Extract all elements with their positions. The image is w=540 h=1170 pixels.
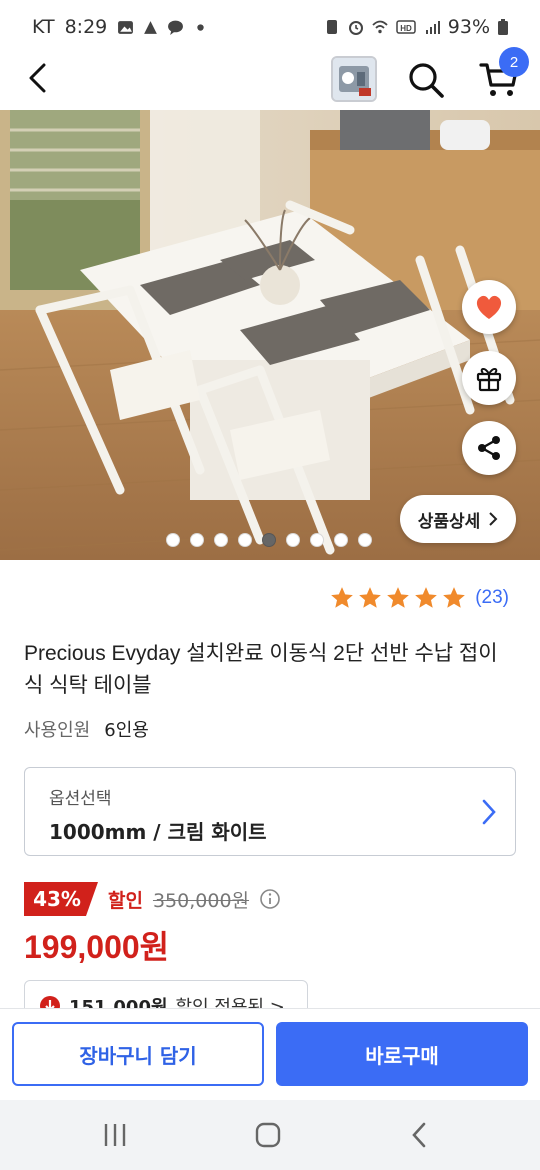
carousel-dot[interactable] bbox=[238, 533, 252, 547]
talk-icon bbox=[168, 20, 184, 35]
spec-row: 사용인원 6인용 bbox=[24, 716, 149, 742]
chevron-right-icon bbox=[482, 799, 496, 825]
star-icon bbox=[359, 587, 382, 608]
carousel-dot[interactable] bbox=[166, 533, 180, 547]
carousel-dot[interactable] bbox=[190, 533, 204, 547]
buy-now-button[interactable]: 바로구매 bbox=[276, 1022, 528, 1086]
rating-row[interactable]: (23) bbox=[329, 585, 509, 611]
star-icon bbox=[331, 587, 354, 608]
dot-icon bbox=[197, 23, 204, 31]
product-image bbox=[0, 110, 540, 560]
cart-count-badge: 2 bbox=[499, 47, 529, 77]
recent-product-thumbnail[interactable] bbox=[331, 56, 377, 102]
carrier: KT bbox=[32, 16, 55, 38]
carousel-dot[interactable] bbox=[334, 533, 348, 547]
final-price: 199,000원 bbox=[24, 929, 170, 965]
recent-apps-icon[interactable] bbox=[100, 1120, 130, 1150]
status-bar: KT 8:29 HD 93% bbox=[0, 0, 540, 56]
carousel-dot-active[interactable] bbox=[262, 533, 276, 547]
spec-value: 6인용 bbox=[104, 720, 149, 741]
option-label: 옵션선택 bbox=[49, 789, 112, 809]
star-icon bbox=[443, 587, 466, 608]
svg-text:HD: HD bbox=[400, 24, 412, 33]
carousel-indicator bbox=[166, 533, 372, 547]
home-icon[interactable] bbox=[253, 1120, 283, 1150]
clock: 8:29 bbox=[64, 16, 108, 38]
search-button[interactable] bbox=[404, 58, 448, 102]
original-price: 350,000원 bbox=[152, 889, 250, 912]
gift-icon bbox=[476, 368, 502, 392]
product-title: Precious Evyday 설치완료 이동식 2단 선반 수납 접이식 식탁… bbox=[24, 642, 498, 697]
back-button[interactable] bbox=[18, 58, 58, 98]
back-arrow-icon bbox=[29, 63, 46, 93]
system-back-icon[interactable] bbox=[405, 1120, 435, 1150]
carousel-dot[interactable] bbox=[214, 533, 228, 547]
add-to-cart-button[interactable]: 장바구니 담기 bbox=[12, 1022, 264, 1086]
product-image-carousel[interactable]: 상품상세 bbox=[0, 110, 540, 560]
wishlist-button[interactable] bbox=[462, 280, 516, 334]
top-nav bbox=[0, 50, 540, 110]
battery-saver-icon bbox=[326, 20, 337, 34]
product-detail-button[interactable]: 상품상세 bbox=[400, 495, 516, 543]
recent-thumbnail bbox=[333, 58, 375, 100]
carousel-dot[interactable] bbox=[286, 533, 300, 547]
wifi-icon bbox=[372, 20, 388, 34]
option-selector[interactable]: 옵션선택 1000mm / 크림 화이트 bbox=[24, 767, 516, 856]
gift-button[interactable] bbox=[462, 351, 516, 405]
star-icon bbox=[415, 587, 438, 608]
battery-percent: 93% bbox=[447, 16, 490, 38]
sale-label: 할인 bbox=[108, 889, 143, 912]
gallery-icon bbox=[118, 20, 134, 34]
hd-icon: HD bbox=[396, 20, 416, 34]
star-icon bbox=[387, 587, 410, 608]
carousel-dot[interactable] bbox=[310, 533, 324, 547]
share-button[interactable] bbox=[462, 421, 516, 475]
app-icon bbox=[144, 20, 158, 34]
battery-icon bbox=[498, 19, 508, 35]
share-icon bbox=[478, 436, 500, 460]
discount-percent: 43% bbox=[33, 887, 81, 911]
signal-icon bbox=[425, 21, 440, 34]
info-icon[interactable] bbox=[259, 888, 281, 910]
bottom-action-bar: 장바구니 담기 바로구매 bbox=[0, 1008, 540, 1100]
search-icon bbox=[409, 63, 444, 98]
review-count-link[interactable]: (23) bbox=[475, 587, 509, 609]
discount-badge: 43% bbox=[24, 882, 98, 916]
heart-icon bbox=[476, 295, 502, 319]
price-row: 43% 할인 350,000원 bbox=[24, 882, 281, 916]
carousel-dot[interactable] bbox=[358, 533, 372, 547]
system-navigation-bar bbox=[0, 1100, 540, 1170]
product-detail-label: 상품상세 bbox=[417, 511, 481, 532]
spec-label: 사용인원 bbox=[24, 720, 91, 741]
option-value: 1000mm / 크림 화이트 bbox=[49, 820, 267, 844]
alarm-icon bbox=[348, 21, 363, 35]
chevron-right-icon bbox=[489, 512, 498, 526]
